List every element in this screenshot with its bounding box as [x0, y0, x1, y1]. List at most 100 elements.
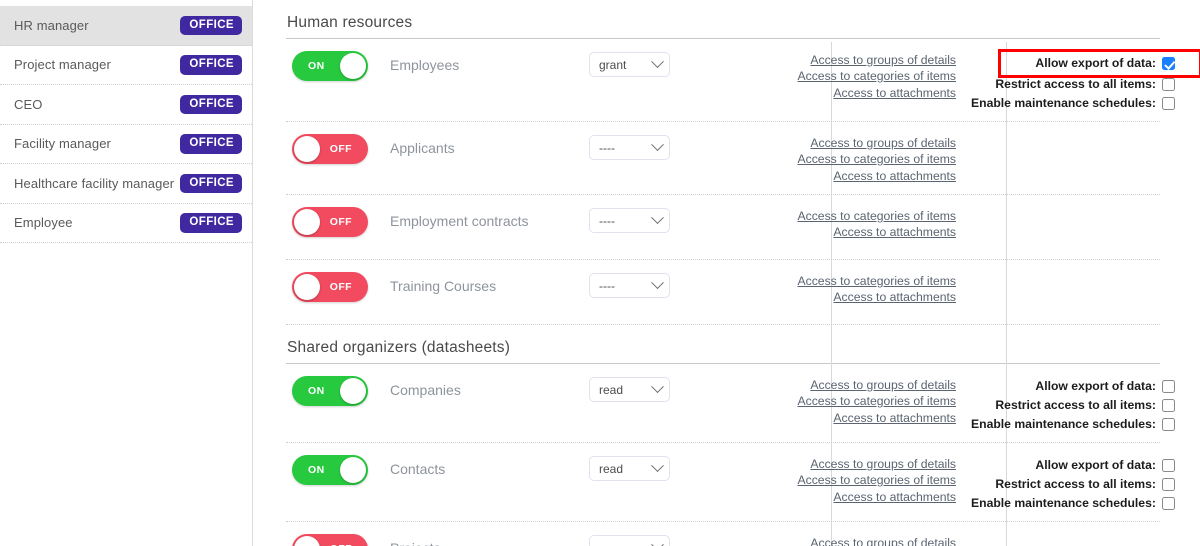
enable-toggle-switch[interactable]: ON [292, 51, 368, 81]
option-label: Enable maintenance schedules: [971, 96, 1156, 110]
option-checkbox[interactable] [1161, 78, 1175, 91]
permission-level-cell: ---- [581, 204, 756, 233]
permission-level-value: ---- [599, 213, 615, 228]
enable-toggle-switch[interactable]: ON [292, 376, 368, 406]
role-type-badge: OFFICE [180, 173, 242, 193]
chevron-down-icon [651, 55, 664, 69]
access-links-cell: Access to categories of items Access to a… [756, 269, 959, 306]
access-link[interactable]: Access to categories of items [756, 393, 956, 409]
toggle-cell: OFF Training Courses [286, 269, 581, 302]
option-checkbox[interactable] [1161, 97, 1175, 110]
permission-level-select[interactable]: ---- [589, 208, 670, 233]
chevron-down-icon [651, 138, 664, 152]
toggle-cell: OFF Applicants [286, 131, 581, 164]
sidebar-role-item[interactable]: HR manager OFFICE [0, 6, 252, 46]
access-link[interactable]: Access to attachments [756, 168, 956, 184]
option-checkbox[interactable] [1161, 418, 1175, 431]
access-link[interactable]: Access to categories of items [756, 68, 956, 84]
access-link[interactable]: Access to attachments [756, 85, 956, 101]
permission-level-value: grant [599, 57, 627, 72]
sidebar-role-label: Employee [14, 215, 73, 231]
permission-row: OFF Employment contracts ---- Access to cat… [286, 195, 1160, 260]
permission-level-cell: grant [581, 48, 756, 77]
permission-row: ON Employees grant Access to groups of deta… [286, 39, 1200, 122]
sidebar-role-item[interactable]: CEO OFFICE [0, 85, 252, 125]
access-link[interactable]: Access to groups of details [756, 135, 956, 151]
highlighted-option-row: Allow export of data: [997, 49, 1200, 78]
sidebar-role-label: HR manager [14, 17, 89, 33]
option-label: Allow export of data: [1035, 458, 1156, 472]
access-links-cell: Access to groups of detailsAccess to cat… [756, 452, 959, 505]
permission-level-select[interactable]: read [589, 456, 670, 481]
toggle-knob [294, 209, 320, 235]
permissions-table: ON Employees grant Access to groups of deta… [284, 39, 1200, 325]
section-heading: Shared organizers (datasheets) [287, 339, 511, 356]
toggle-knob [294, 536, 320, 546]
chevron-down-icon [651, 276, 664, 290]
access-link[interactable]: Access to categories of items [756, 151, 956, 167]
sidebar-role-item[interactable]: Employee OFFICE [0, 204, 252, 243]
permission-level-select[interactable]: read [589, 377, 670, 402]
role-type-badge: OFFICE [180, 94, 242, 114]
options-cell: Allow export of data: Restrict access to … [959, 48, 1200, 113]
permission-level-value: read [599, 382, 624, 397]
access-link[interactable]: Access to attachments [756, 489, 956, 505]
sidebar-role-item[interactable]: Healthcare facility manager OFFICE [0, 164, 252, 204]
option-row: Restrict access to all items: [971, 75, 1199, 94]
access-links-cell: Access to groups of detailsAccess to cat… [756, 531, 959, 546]
enable-toggle-switch[interactable]: OFF [292, 207, 368, 237]
role-type-badge: OFFICE [180, 213, 242, 233]
toggle-knob [340, 457, 366, 483]
permissions-screen: HR manager OFFICE Project manager OFFICE CEO… [0, 0, 1200, 546]
chevron-down-icon [651, 211, 664, 225]
permission-level-select[interactable]: grant [589, 52, 670, 77]
option-checkbox[interactable] [1161, 497, 1175, 510]
entity-label: Projects [390, 534, 441, 546]
role-type-badge: OFFICE [180, 134, 242, 154]
option-checkbox[interactable] [1161, 399, 1175, 412]
permission-row: ON Companies read Access to groups of detai… [286, 364, 1175, 443]
permission-level-cell: read [581, 373, 756, 402]
options-cell: Allow export of data: Restrict access to … [959, 452, 1199, 513]
access-link[interactable]: Access to categories of items [756, 472, 956, 488]
permission-level-select[interactable]: ---- [589, 135, 670, 160]
option-checkbox[interactable] [1161, 57, 1175, 70]
access-link[interactable]: Access to categories of items [756, 208, 956, 224]
sidebar-role-label: Project manager [14, 57, 111, 73]
option-row: Restrict access to all items: [971, 396, 1199, 415]
permission-row: OFF Training Courses ---- Access to categor… [286, 260, 1160, 325]
enable-toggle-switch[interactable]: OFF [292, 134, 368, 164]
enable-toggle-switch[interactable]: OFF [292, 534, 368, 546]
section-heading: Human resources [287, 14, 413, 31]
entity-label: Employees [390, 57, 460, 73]
option-checkbox[interactable] [1161, 478, 1175, 491]
access-link[interactable]: Access to categories of items [756, 273, 956, 289]
entity-label: Companies [390, 382, 461, 398]
access-link[interactable]: Access to attachments [756, 410, 956, 426]
roles-sidebar: HR manager OFFICE Project manager OFFICE CEO… [0, 0, 253, 546]
permission-level-select[interactable]: ---- [589, 535, 670, 546]
access-link[interactable]: Access to groups of details [756, 52, 956, 68]
access-link[interactable]: Access to groups of details [756, 535, 956, 546]
permission-level-cell: read [581, 452, 756, 481]
sidebar-role-item[interactable]: Project manager OFFICE [0, 46, 252, 85]
sidebar-role-item[interactable]: Facility manager OFFICE [0, 125, 252, 164]
permission-level-cell: ---- [581, 531, 756, 546]
enable-toggle-switch[interactable]: ON [292, 455, 368, 485]
option-checkbox[interactable] [1161, 380, 1175, 393]
access-link[interactable]: Access to attachments [756, 224, 956, 240]
permission-level-select[interactable]: ---- [589, 273, 670, 298]
sidebar-role-label: Healthcare facility manager [14, 175, 175, 191]
chevron-down-icon [651, 459, 664, 473]
options-cell [959, 131, 1160, 135]
option-row: Allow export of data: [971, 456, 1199, 475]
enable-toggle-switch[interactable]: OFF [292, 272, 368, 302]
access-link[interactable]: Access to groups of details [756, 456, 956, 472]
access-link[interactable]: Access to attachments [756, 289, 956, 305]
permission-level-value: read [599, 461, 624, 476]
option-checkbox[interactable] [1161, 459, 1175, 472]
entity-label: Contacts [390, 461, 446, 477]
access-link[interactable]: Access to groups of details [756, 377, 956, 393]
entity-label: Applicants [390, 140, 455, 156]
option-row: Enable maintenance schedules: [971, 415, 1199, 434]
